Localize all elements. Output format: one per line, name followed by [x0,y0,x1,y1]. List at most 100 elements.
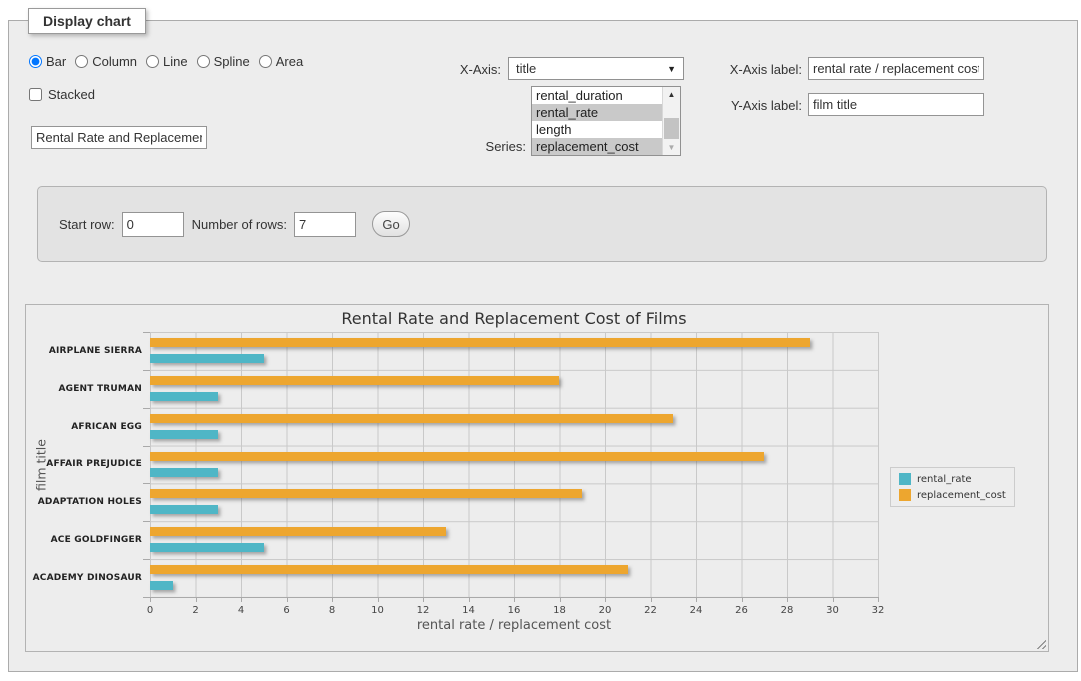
chart-title-input[interactable] [31,126,207,149]
series-option-rental_duration[interactable]: rental_duration [532,87,662,104]
series-listbox[interactable]: rental_durationrental_ratelengthreplacem… [531,86,681,156]
value-tick [742,597,743,602]
page: Display chart Bar Column Line Spline Area St… [0,0,1081,681]
legend-item-rental_rate[interactable]: rental_rate [899,473,1006,485]
chart-type-option-label: Line [163,54,188,69]
bar-replacement_cost[interactable] [150,414,673,423]
value-tick-label: 10 [360,605,396,616]
category-label: AFFAIR PREJUDICE [26,446,142,484]
x-axis-select[interactable]: title ▼ [508,57,684,80]
value-tick-label: 30 [815,605,851,616]
bar-rental_rate[interactable] [150,543,264,552]
panel-legend: Display chart [28,8,146,34]
category-label: AIRPLANE SIERRA [26,332,142,370]
plot-area [150,332,879,598]
value-tick-label: 6 [269,605,305,616]
value-tick [651,597,652,602]
legend-label: replacement_cost [917,490,1006,501]
value-tick [150,597,151,602]
chart-title: Rental Rate and Replacement Cost of Film… [150,309,878,328]
y-axis-label-input[interactable] [808,93,984,116]
scroll-down-icon[interactable]: ▼ [663,140,680,155]
series-select-label: Series: [426,139,526,154]
scrollbar-track[interactable] [663,102,680,140]
stacked-option[interactable]: Stacked [29,87,95,102]
bar-rental_rate[interactable] [150,354,264,363]
category-tick [143,408,150,409]
chevron-down-icon: ▼ [667,64,676,74]
value-tick [241,597,242,602]
value-tick-label: 8 [314,605,350,616]
category-tick [143,332,150,333]
chart-type-option-column[interactable]: Column [75,54,137,69]
value-tick [878,597,879,602]
value-tick [196,597,197,602]
value-tick [833,597,834,602]
category-band [150,446,878,484]
chart-type-option-line[interactable]: Line [146,54,188,69]
bar-rental_rate[interactable] [150,430,218,439]
chart-type-radio-column[interactable] [75,55,88,68]
legend-item-replacement_cost[interactable]: replacement_cost [899,489,1006,501]
bar-replacement_cost[interactable] [150,376,559,385]
start-row-label: Start row: [59,217,115,232]
bar-replacement_cost[interactable] [150,338,810,347]
chart-type-option-bar[interactable]: Bar [29,54,66,69]
bar-replacement_cost[interactable] [150,527,446,536]
resize-grip-icon[interactable] [1034,637,1046,649]
value-tick [696,597,697,602]
series-option-rental_rate[interactable]: rental_rate [532,104,662,121]
bar-rental_rate[interactable] [150,392,218,401]
value-tick [378,597,379,602]
category-label: ACADEMY DINOSAUR [26,559,142,597]
y-axis-label-label: Y-Axis label: [682,98,802,113]
stacked-label: Stacked [48,87,95,102]
category-tick [143,446,150,447]
x-axis-selected-value: title [516,61,667,76]
chart-legend: rental_rate replacement_cost [890,467,1015,507]
chart-type-option-spline[interactable]: Spline [197,54,250,69]
chart-type-option-label: Bar [46,54,66,69]
chart-type-radio-spline[interactable] [197,55,210,68]
chart-container: Rental Rate and Replacement Cost of Film… [25,304,1049,652]
bar-rental_rate[interactable] [150,468,218,477]
legend-swatch [899,473,911,485]
category-tick [143,559,150,560]
category-band [150,521,878,559]
series-option-length[interactable]: length [532,121,662,138]
category-tick [143,483,150,484]
bar-rental_rate[interactable] [150,581,173,590]
bar-rental_rate[interactable] [150,505,218,514]
chart-type-radio-bar[interactable] [29,55,42,68]
value-tick-label: 12 [405,605,441,616]
value-tick [514,597,515,602]
go-button[interactable]: Go [372,211,410,237]
chart-type-option-label: Area [276,54,303,69]
value-tick-label: 18 [542,605,578,616]
legend-swatch [899,489,911,501]
x-axis-label-input[interactable] [808,57,984,80]
series-option-replacement_cost[interactable]: replacement_cost [532,138,662,155]
category-tick [143,521,150,522]
start-row-input[interactable] [122,212,184,237]
chart-type-option-area[interactable]: Area [259,54,303,69]
stacked-checkbox[interactable] [29,88,42,101]
bar-replacement_cost[interactable] [150,489,582,498]
category-band [150,408,878,446]
num-rows-label: Number of rows: [192,217,287,232]
bar-replacement_cost[interactable] [150,565,628,574]
chart-type-radio-line[interactable] [146,55,159,68]
bar-replacement_cost[interactable] [150,452,764,461]
num-rows-input[interactable] [294,212,356,237]
x-axis-title: rental rate / replacement cost [150,618,878,633]
scrollbar-thumb[interactable] [664,118,679,139]
category-band [150,332,878,370]
series-scrollbar[interactable]: ▲ ▼ [662,87,680,155]
value-tick-label: 26 [724,605,760,616]
value-tick [605,597,606,602]
x-axis-label-label: X-Axis label: [682,62,802,77]
chart-type-radio-area[interactable] [259,55,272,68]
scroll-up-icon[interactable]: ▲ [663,87,680,102]
value-tick-label: 32 [860,605,896,616]
category-label: AFRICAN EGG [26,408,142,446]
